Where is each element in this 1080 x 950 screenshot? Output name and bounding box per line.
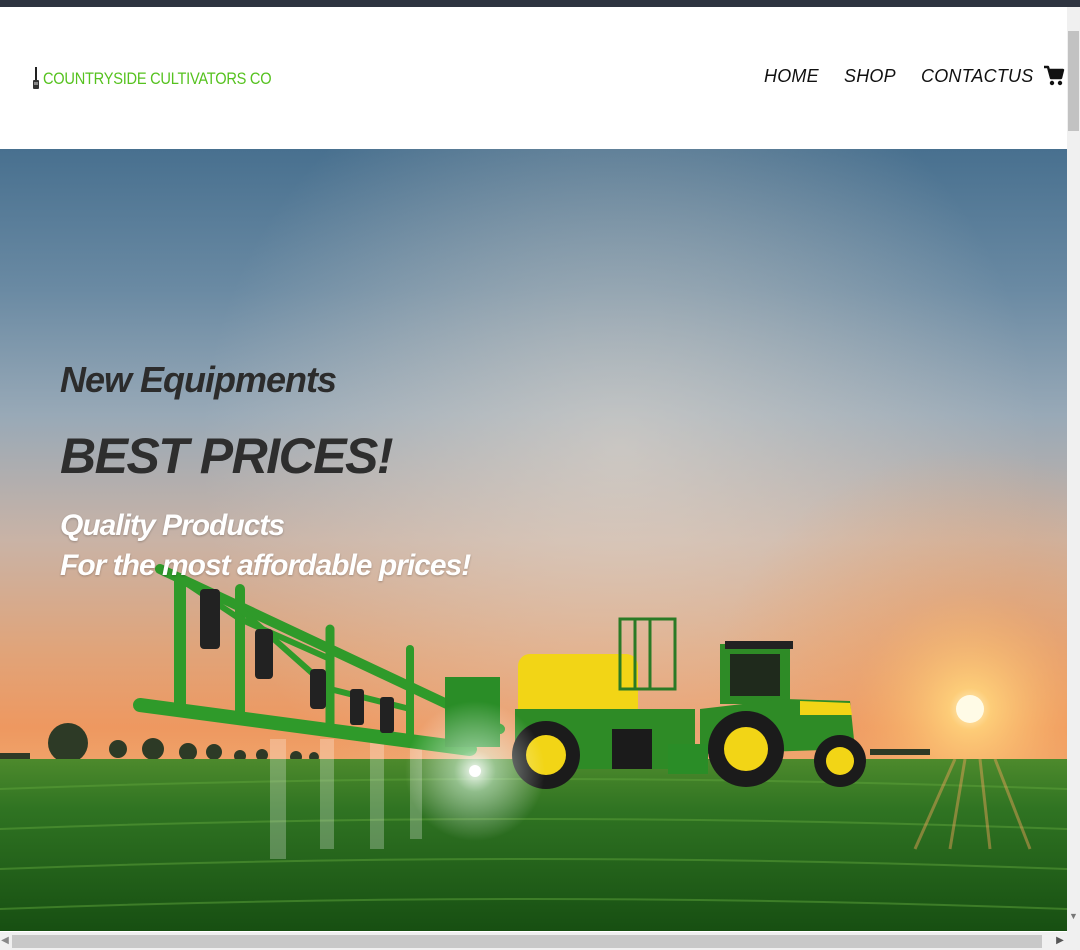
scroll-right-arrow-icon[interactable]: ▶ bbox=[1054, 932, 1066, 950]
hero-subtitle: New Equipments bbox=[60, 359, 337, 400]
vertical-scroll-thumb[interactable] bbox=[1068, 31, 1079, 131]
vertical-scrollbar[interactable]: ▼ bbox=[1067, 7, 1080, 932]
horizontal-scroll-thumb[interactable] bbox=[12, 935, 1042, 948]
nav-contactus[interactable]: CONTACTUS bbox=[921, 66, 1033, 87]
browser-top-strip bbox=[0, 0, 1080, 7]
scroll-down-arrow-icon[interactable]: ▼ bbox=[1067, 907, 1080, 925]
hero-headline: BEST PRICES! bbox=[60, 428, 394, 484]
scroll-left-arrow-icon[interactable]: ◀ bbox=[0, 932, 10, 950]
shopping-cart-icon[interactable] bbox=[1043, 64, 1065, 88]
nav-home[interactable]: HOME bbox=[764, 66, 819, 87]
horizontal-scrollbar[interactable]: ◀ ▶ bbox=[0, 932, 1080, 950]
nav-shop[interactable]: SHOP bbox=[844, 66, 896, 87]
hero-banner: New Equipments BEST PRICES! Quality Prod… bbox=[0, 149, 1067, 931]
site-header: COUNTRYSIDE CULTIVATORS CO HOME SHOP CON… bbox=[0, 7, 1067, 149]
hero-tagline-2: For the most affordable prices! bbox=[60, 549, 471, 582]
hero-tagline-1: Quality Products bbox=[60, 509, 285, 542]
main-nav: HOME SHOP CONTACTUS bbox=[0, 64, 1067, 94]
